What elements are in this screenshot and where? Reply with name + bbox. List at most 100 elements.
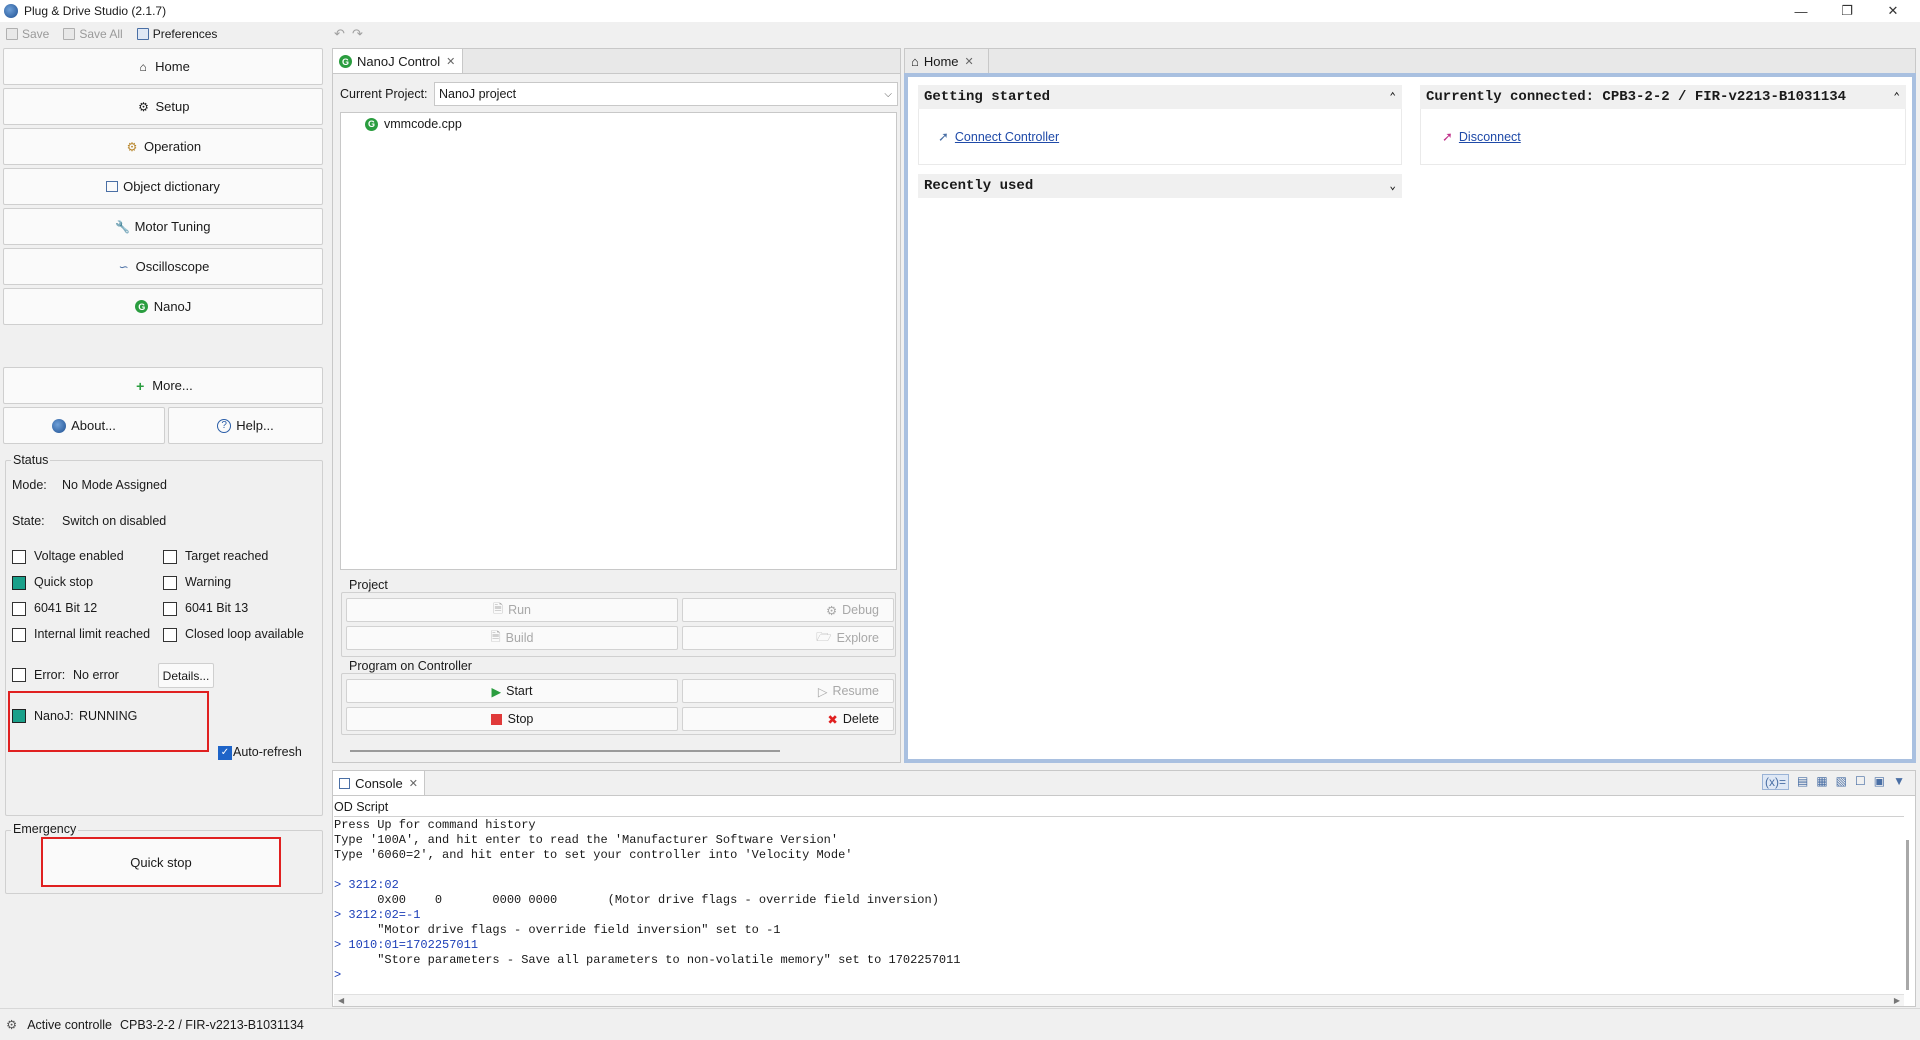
display-selected-console-icon[interactable]: ▣ (1874, 774, 1885, 790)
restore-button[interactable]: ❐ (1824, 0, 1870, 22)
quick-stop-label: Quick stop (34, 575, 94, 589)
explore-icon: 🗁 (816, 629, 832, 644)
preferences-button[interactable]: Preferences (136, 27, 217, 41)
active-controller-value: CPB3-2-2 / FIR-v2213-B1031134 (119, 1017, 304, 1032)
currently-connected-header[interactable]: Currently connected: CPB3-2-2 / FIR-v221… (1420, 85, 1906, 109)
project-group-label: Project (347, 578, 390, 592)
plus-icon: + (136, 377, 145, 394)
resume-button[interactable]: ▷ Resume (682, 679, 894, 703)
horizontal-scrollbar[interactable] (350, 750, 780, 752)
save-all-button[interactable]: Save All (63, 27, 123, 41)
getting-started-header[interactable]: Getting started ⌃ (918, 85, 1402, 109)
connect-icon: ➚ (938, 129, 949, 144)
console-command: > 1010:01=1702257011 (334, 938, 479, 952)
home-icon: ⌂ (139, 59, 147, 74)
warning-checkbox (163, 576, 177, 590)
tab-nanoj-control[interactable]: G NanoJ Control ✕ (333, 49, 463, 74)
minimize-button[interactable]: — (1778, 0, 1824, 22)
close-tab-icon[interactable]: ✕ (446, 55, 455, 68)
od-script-toggle-icon[interactable]: (x)= (1761, 774, 1789, 790)
scroll-lock-icon[interactable]: ▦ (1816, 774, 1827, 790)
console-line: Type '6060=2', and hit enter to set your… (334, 848, 853, 862)
nav-back-icon[interactable]: ↶ (334, 26, 345, 42)
nav-more-button[interactable]: + More... (3, 367, 323, 404)
nav-forward-icon[interactable]: ↷ (352, 26, 363, 42)
stop-button[interactable]: Stop (346, 707, 678, 731)
window-title: Plug & Drive Studio (2.1.7) (24, 4, 167, 18)
setup-icon: ⚙ (138, 99, 149, 114)
about-button[interactable]: About... (3, 407, 165, 444)
active-controller-label: Active controlle (27, 1017, 112, 1032)
bit12-checkbox (12, 602, 26, 616)
target-reached-checkbox (163, 550, 177, 564)
voltage-enabled-checkbox (12, 550, 26, 564)
help-button[interactable]: ? Help... (168, 407, 323, 444)
details-button[interactable]: Details... (158, 663, 214, 688)
auto-refresh-label: Auto-refresh (233, 745, 302, 759)
tab-console[interactable]: Console ✕ (333, 771, 425, 796)
run-icon: 🗎 (493, 601, 504, 616)
open-console-icon[interactable]: ▼ (1893, 774, 1905, 790)
title-bar: Plug & Drive Studio (2.1.7) — ❐ ✕ (0, 0, 1920, 22)
current-project-select[interactable]: NanoJ project ⌵ (434, 82, 898, 106)
nanoj-status-label: NanoJ: (34, 709, 74, 723)
disconnect-link[interactable]: ➚ Disconnect (1442, 129, 1521, 145)
console-vertical-scrollbar[interactable] (1906, 840, 1909, 990)
program-group-label: Program on Controller (347, 659, 474, 673)
expand-icon: ⌄ (1389, 181, 1396, 193)
nav-home-button[interactable]: ⌂ Home (3, 48, 323, 85)
pin-console-icon[interactable]: ☐ (1855, 774, 1866, 790)
close-console-tab-icon[interactable]: ✕ (409, 777, 418, 790)
nav-oscilloscope-button[interactable]: ∽ Oscilloscope (3, 248, 323, 285)
close-home-tab-icon[interactable]: ✕ (965, 55, 974, 68)
explore-button[interactable]: 🗁 Explore (682, 626, 894, 650)
run-button[interactable]: 🗎 Run (346, 598, 678, 622)
connect-controller-link[interactable]: ➚ Connect Controller (938, 129, 1059, 145)
nav-nanoj-button[interactable]: G NanoJ (3, 288, 323, 325)
word-wrap-icon[interactable]: ▧ (1836, 774, 1847, 790)
bit13-label: 6041 Bit 13 (185, 601, 249, 615)
home-tab-icon: ⌂ (911, 54, 919, 69)
console-tabbar: Console ✕ (x)= ▤ ▦ ▧ ☐ ▣ ▼ (332, 770, 1916, 796)
console-command: > 3212:02=-1 (334, 908, 421, 922)
current-project-label: Current Project: (340, 87, 428, 101)
delete-icon: ✖ (827, 712, 838, 727)
cpp-file-icon: G (365, 117, 378, 131)
collapse-icon: ⌃ (1389, 92, 1396, 104)
nav-motor-tuning-button[interactable]: 🔧 Motor Tuning (3, 208, 323, 245)
collapse-connected-icon: ⌃ (1893, 92, 1900, 104)
nav-operation-button[interactable]: ⚙ Operation (3, 128, 323, 165)
console-line: "Store parameters - Save all parameters … (334, 953, 961, 967)
build-icon: 🗎 (490, 629, 501, 644)
nav-object-dictionary-button[interactable]: Object dictionary (3, 168, 323, 205)
internal-limit-label: Internal limit reached (34, 627, 151, 641)
closed-loop-label: Closed loop available (185, 627, 304, 641)
debug-button[interactable]: ⚙ Debug (682, 598, 894, 622)
build-button[interactable]: 🗎 Build (346, 626, 678, 650)
warning-label: Warning (185, 575, 232, 589)
main-toolbar: Save Save All Preferences ↶ ↷ (0, 22, 1920, 46)
tab-home[interactable]: ⌂ Home ✕ (905, 49, 989, 74)
error-value: No error (73, 668, 119, 682)
auto-refresh-checkbox[interactable]: ✓ (218, 746, 232, 760)
scroll-right-icon[interactable]: ▶ (1894, 996, 1900, 1005)
delete-button[interactable]: ✖ Delete (682, 707, 894, 731)
console-prompt[interactable]: > (334, 968, 341, 982)
mode-value: No Mode Assigned (62, 478, 167, 492)
save-button[interactable]: Save (6, 27, 49, 41)
debug-icon: ⚙ (825, 603, 838, 618)
console-line: "Motor drive flags - override field inve… (334, 923, 781, 937)
close-button[interactable]: ✕ (1870, 0, 1916, 22)
home-tabbar: ⌂ Home ✕ (904, 48, 1916, 74)
recently-used-header[interactable]: Recently used ⌄ (918, 174, 1402, 198)
scroll-left-icon[interactable]: ◀ (338, 996, 344, 1005)
resume-icon: ▷ (817, 684, 828, 699)
quick-stop-button[interactable]: Quick stop (41, 837, 281, 887)
console-horizontal-scrollbar[interactable]: ◀ ▶ (334, 994, 1904, 1006)
start-button[interactable]: ▶ Start (346, 679, 678, 703)
file-item-vmmcode[interactable]: G vmmcode.cpp (365, 117, 462, 131)
app-logo-icon (4, 4, 18, 18)
clear-console-icon[interactable]: ▤ (1797, 774, 1808, 790)
console-subtitle: OD Script (334, 800, 389, 814)
nav-setup-button[interactable]: ⚙ Setup (3, 88, 323, 125)
